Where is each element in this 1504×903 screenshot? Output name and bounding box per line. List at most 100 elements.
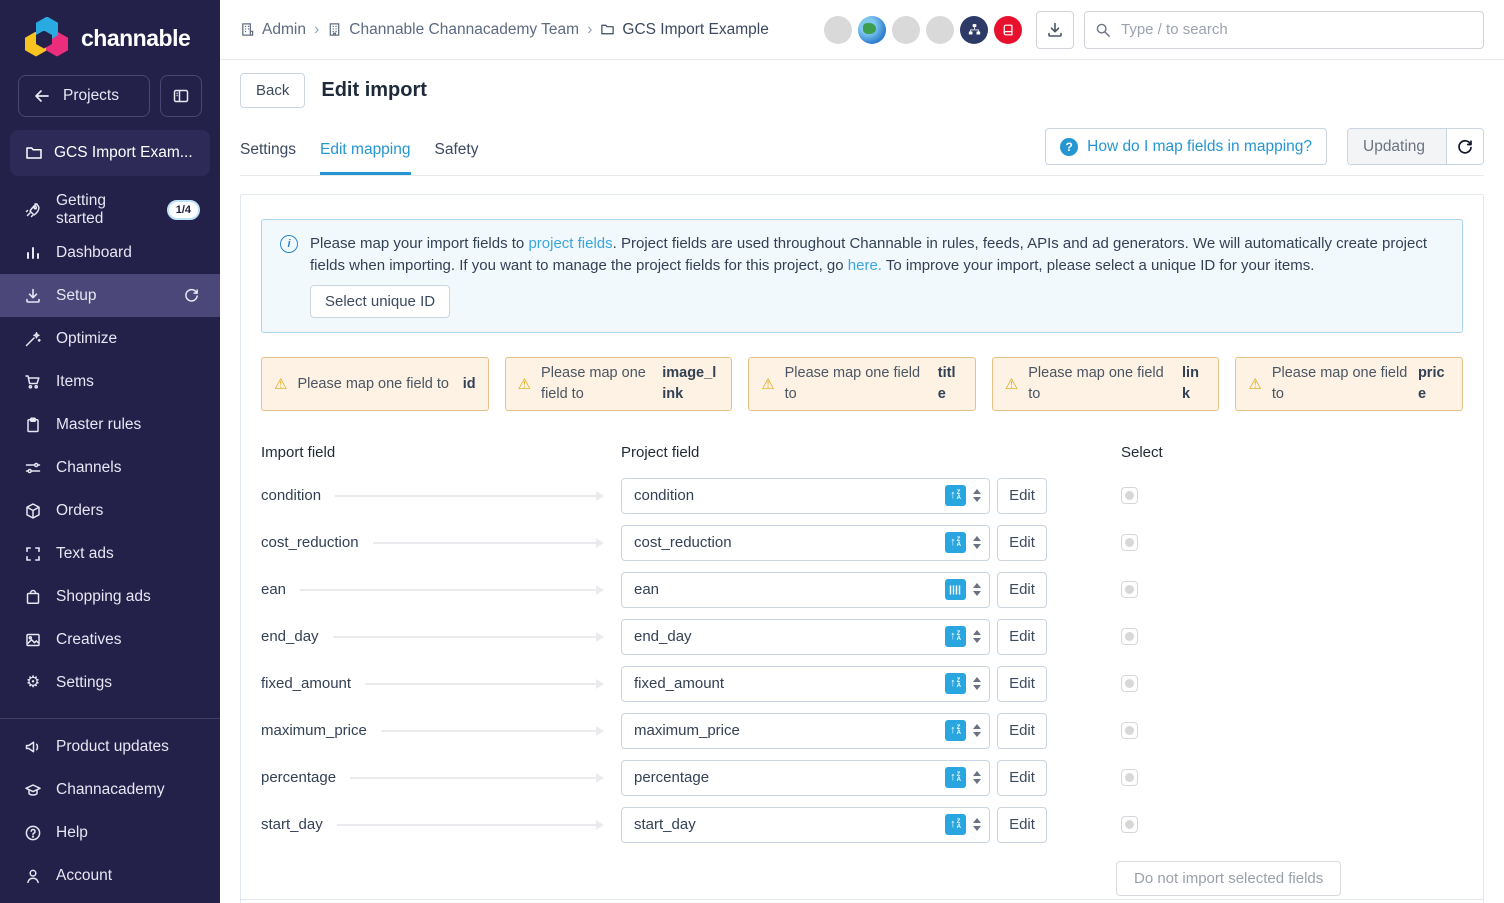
project-field-select[interactable]: percentage ↑ZA (621, 760, 990, 796)
do-not-import-button[interactable]: Do not import selected fields (1116, 861, 1341, 896)
edit-button[interactable]: Edit (997, 572, 1047, 608)
select-field-checkbox[interactable] (1121, 581, 1138, 598)
avatar-placeholder[interactable] (892, 16, 920, 44)
sidebar-item-channacademy[interactable]: Channacademy (0, 768, 220, 811)
select-field-checkbox[interactable] (1121, 816, 1138, 833)
tab-bar: Settings Edit mapping Safety (240, 135, 478, 175)
import-icon (24, 287, 42, 305)
edit-button[interactable]: Edit (997, 619, 1047, 655)
project-field-select[interactable]: maximum_price ↑ZA (621, 713, 990, 749)
select-field-checkbox[interactable] (1121, 675, 1138, 692)
projects-label: Projects (63, 87, 119, 105)
sidebar-item-creatives[interactable]: Creatives (0, 618, 220, 661)
avatar-placeholder[interactable] (824, 16, 852, 44)
mapping-warnings: ⚠ Please map one field toid ⚠ Please map… (261, 357, 1463, 411)
sidebar-item-dashboard[interactable]: Dashboard (0, 231, 220, 274)
cart-icon (24, 373, 42, 391)
select-chevrons-icon (973, 630, 981, 643)
sort-alpha-icon: ↑ZA (945, 814, 966, 835)
sidebar-item-text-ads[interactable]: Text ads (0, 532, 220, 575)
building-icon (327, 22, 342, 37)
required-field-name: title (938, 363, 963, 405)
current-project-item[interactable]: GCS Import Exam... (10, 130, 210, 176)
project-field-select[interactable]: condition ↑ZA (621, 478, 990, 514)
rocket-icon (24, 201, 42, 219)
mapping-help-button[interactable]: ? How do I map fields in mapping? (1045, 128, 1327, 165)
search-input[interactable] (1084, 11, 1484, 49)
mapping-arrow-icon (350, 777, 603, 779)
search-icon (1095, 22, 1111, 38)
import-field-label: condition (261, 487, 321, 504)
breadcrumb-project[interactable]: GCS Import Example (600, 21, 768, 39)
edit-button[interactable]: Edit (997, 713, 1047, 749)
breadcrumb-admin[interactable]: Admin (240, 21, 306, 39)
select-field-checkbox[interactable] (1121, 628, 1138, 645)
alert-badge-button[interactable] (994, 16, 1022, 44)
project-field-select[interactable]: end_day ↑ZA (621, 619, 990, 655)
avatar-placeholder[interactable] (926, 16, 954, 44)
project-field-select[interactable]: cost_reduction ↑ZA (621, 525, 990, 561)
building-icon (240, 22, 255, 37)
magic-wand-icon (24, 330, 42, 348)
sidebar-item-items[interactable]: Items (0, 360, 220, 403)
project-field-select[interactable]: ean (621, 572, 990, 608)
arrow-left-icon (33, 87, 51, 105)
org-structure-button[interactable] (960, 16, 988, 44)
mapping-row-start-day: start_day start_day ↑ZA Edit (261, 801, 1463, 848)
project-field-select[interactable]: fixed_amount ↑ZA (621, 666, 990, 702)
brand-logo[interactable]: channable (0, 0, 220, 62)
tab-safety[interactable]: Safety (435, 135, 479, 175)
select-unique-id-button[interactable]: Select unique ID (310, 285, 450, 318)
select-field-checkbox[interactable] (1121, 534, 1138, 551)
sidebar-item-master-rules[interactable]: Master rules (0, 403, 220, 446)
sidebar-item-settings[interactable]: ⚙ Settings (0, 661, 220, 704)
tab-settings[interactable]: Settings (240, 135, 296, 175)
progress-badge: 1/4 (167, 200, 200, 220)
breadcrumb: Admin › Channable Channacademy Team › GC… (240, 21, 769, 39)
sidebar-item-channels[interactable]: Channels (0, 446, 220, 489)
back-button[interactable]: Back (240, 73, 305, 108)
import-download-button[interactable] (1036, 11, 1074, 49)
globe-avatar[interactable] (858, 16, 886, 44)
back-to-projects-button[interactable]: Projects (18, 75, 150, 117)
info-banner: i Please map your import fields to proje… (261, 219, 1463, 333)
project-field-value: percentage (634, 769, 945, 786)
breadcrumb-team[interactable]: Channable Channacademy Team (327, 21, 579, 39)
sidebar-item-product-updates[interactable]: Product updates (0, 725, 220, 768)
edit-button[interactable]: Edit (997, 666, 1047, 702)
collapse-sidebar-button[interactable] (160, 75, 202, 117)
megaphone-icon (24, 738, 42, 756)
refresh-button[interactable] (1446, 129, 1483, 164)
breadcrumb-separator: › (587, 21, 592, 39)
project-fields-link[interactable]: project fields (528, 235, 612, 252)
edit-button[interactable]: Edit (997, 807, 1047, 843)
select-field-checkbox[interactable] (1121, 769, 1138, 786)
sidebar-item-label: Setup (56, 287, 97, 305)
sort-alpha-icon: ↑ZA (945, 673, 966, 694)
sidebar-item-shopping-ads[interactable]: Shopping ads (0, 575, 220, 618)
edit-button[interactable]: Edit (997, 478, 1047, 514)
select-chevrons-icon (973, 818, 981, 831)
sidebar-item-label: Items (56, 373, 94, 391)
sidebar-item-label: Master rules (56, 416, 141, 434)
mapping-arrow-icon (300, 589, 603, 591)
sidebar-item-orders[interactable]: Orders (0, 489, 220, 532)
select-field-checkbox[interactable] (1121, 487, 1138, 504)
here-link[interactable]: here. (848, 257, 882, 274)
warning-icon: ⚠ (274, 377, 287, 392)
edit-button[interactable]: Edit (997, 525, 1047, 561)
topbar: Admin › Channable Channacademy Team › GC… (220, 0, 1504, 60)
sidebar-item-setup[interactable]: Setup (0, 274, 220, 317)
select-chevrons-icon (973, 583, 981, 596)
warning-icon: ⚠ (761, 377, 774, 392)
sidebar-item-getting-started[interactable]: Getting started 1/4 (0, 188, 220, 231)
project-field-select[interactable]: start_day ↑ZA (621, 807, 990, 843)
sidebar-item-optimize[interactable]: Optimize (0, 317, 220, 360)
tab-edit-mapping[interactable]: Edit mapping (320, 135, 410, 175)
select-field-checkbox[interactable] (1121, 722, 1138, 739)
warning-chip-link: ⚠ Please map one field tolink (992, 357, 1220, 411)
sidebar-item-account[interactable]: Account (0, 854, 220, 897)
sidebar-item-help[interactable]: Help (0, 811, 220, 854)
edit-button[interactable]: Edit (997, 760, 1047, 796)
barcode-icon (945, 579, 966, 600)
